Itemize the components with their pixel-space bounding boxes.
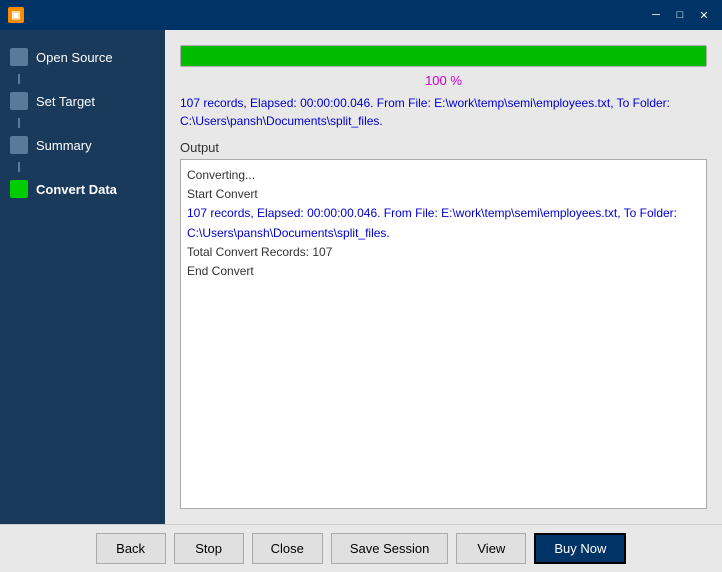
convert-data-label: Convert Data: [36, 182, 117, 197]
convert-data-step-icon: [10, 180, 28, 198]
progress-percent: 100 %: [180, 73, 707, 88]
summary-label: Summary: [36, 138, 92, 153]
summary-step-icon: [10, 136, 28, 154]
close-window-button[interactable]: ✕: [694, 7, 714, 23]
buy-now-button[interactable]: Buy Now: [534, 533, 626, 564]
output-line: Total Convert Records: 107: [187, 243, 700, 262]
output-section: Output Converting...Start Convert107 rec…: [180, 140, 707, 509]
bottom-bar: Back Stop Close Save Session View Buy No…: [0, 524, 722, 572]
app-icon: ▣: [8, 7, 24, 23]
sidebar-item-convert-data[interactable]: Convert Data: [0, 172, 165, 206]
close-button[interactable]: Close: [252, 533, 323, 564]
set-target-label: Set Target: [36, 94, 95, 109]
view-button[interactable]: View: [456, 533, 526, 564]
open-source-step-icon: [10, 48, 28, 66]
output-line: Converting...: [187, 166, 700, 185]
connector-2: [18, 118, 20, 128]
connector-3: [18, 162, 20, 172]
output-label: Output: [180, 140, 707, 155]
minimize-button[interactable]: ─: [646, 7, 666, 23]
connector-1: [18, 74, 20, 84]
progress-info: 107 records, Elapsed: 00:00:00.046. From…: [180, 94, 707, 130]
output-line: 107 records, Elapsed: 00:00:00.046. From…: [187, 204, 700, 223]
sidebar-item-open-source[interactable]: Open Source: [0, 40, 165, 74]
output-box[interactable]: Converting...Start Convert107 records, E…: [180, 159, 707, 509]
title-bar: ▣ ─ □ ✕: [0, 0, 722, 30]
save-session-button[interactable]: Save Session: [331, 533, 449, 564]
progress-bar-container: [180, 45, 707, 67]
stop-button[interactable]: Stop: [174, 533, 244, 564]
progress-bar-fill: [181, 46, 706, 66]
sidebar-item-summary[interactable]: Summary: [0, 128, 165, 162]
right-panel: 100 % 107 records, Elapsed: 00:00:00.046…: [165, 30, 722, 524]
output-line: C:\Users\pansh\Documents\split_files.: [187, 224, 700, 243]
progress-info-line2: C:\Users\pansh\Documents\split_files.: [180, 114, 383, 128]
title-bar-left: ▣: [8, 7, 30, 23]
maximize-button[interactable]: □: [670, 7, 690, 23]
sidebar: Open Source Set Target Summary Convert D…: [0, 30, 165, 524]
set-target-step-icon: [10, 92, 28, 110]
output-line: Start Convert: [187, 185, 700, 204]
sidebar-item-set-target[interactable]: Set Target: [0, 84, 165, 118]
output-line: End Convert: [187, 262, 700, 281]
progress-area: 100 % 107 records, Elapsed: 00:00:00.046…: [180, 45, 707, 130]
main-content: Open Source Set Target Summary Convert D…: [0, 30, 722, 524]
back-button[interactable]: Back: [96, 533, 166, 564]
open-source-label: Open Source: [36, 50, 113, 65]
progress-info-line1: 107 records, Elapsed: 00:00:00.046. From…: [180, 96, 670, 110]
title-bar-controls: ─ □ ✕: [646, 7, 714, 23]
